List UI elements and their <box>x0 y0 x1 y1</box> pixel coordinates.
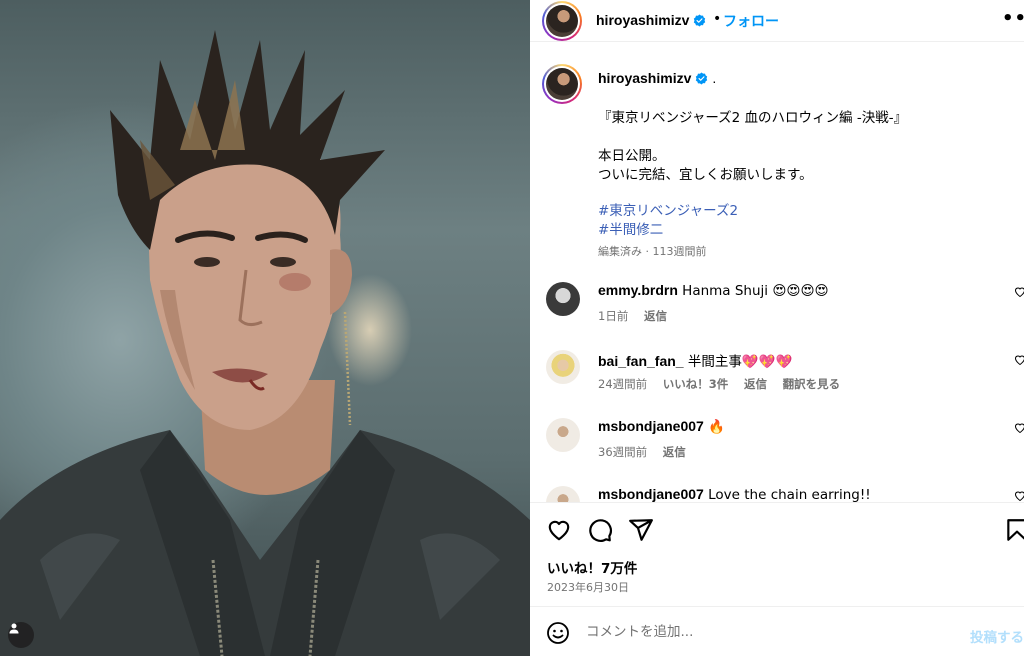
hashtag-link[interactable]: #半間修二 <box>598 218 663 238</box>
post-header: hiroyashimizv • フォロー ••• <box>530 0 1024 42</box>
post-comment-button[interactable]: 投稿する <box>970 626 1024 646</box>
commenter-avatar[interactable] <box>546 350 580 384</box>
comment-text: Hanma Shuji 😍😍😍😍 <box>682 283 829 299</box>
comment-item: msbondjane007 🔥 36週間前 返信 <box>530 418 1024 478</box>
hashtag-link[interactable]: #東京リベンジャーズ2 <box>598 199 738 219</box>
comment-icon[interactable] <box>587 517 613 543</box>
author-avatar[interactable] <box>542 1 582 41</box>
comment-meta: 24週間前 いいね！3件 返信 翻訳を見る <box>598 376 852 392</box>
comment-item: bai_fan_fan_ 半間主事💖💖💖 24週間前 いいね！3件 返信 翻訳を… <box>530 350 1024 410</box>
comment-text: 🔥 <box>708 419 725 435</box>
comment-time: 36週間前 <box>598 445 648 459</box>
commenter-username[interactable]: bai_fan_fan_ <box>598 353 684 369</box>
translate-button[interactable]: 翻訳を見る <box>783 377 841 391</box>
caption-meta: 編集済み · 113週間前 <box>598 245 707 258</box>
post-actions: いいね！7万件 2023年6月30日 <box>530 502 1024 606</box>
commenter-username[interactable]: msbondjane007 <box>598 486 704 502</box>
comments-list[interactable]: emmy.brdrn Hanma Shuji 😍😍😍😍 1日前 返信 bai_f… <box>530 270 1024 502</box>
post-photo[interactable] <box>0 0 530 656</box>
likes-count[interactable]: いいね！7万件 <box>547 557 637 577</box>
commenter-username[interactable]: msbondjane007 <box>598 418 704 434</box>
comment-likes[interactable]: いいね！3件 <box>663 377 729 391</box>
comment-item: msbondjane007 Love the chain earring!! <box>530 486 1024 502</box>
comment-item: emmy.brdrn Hanma Shuji 😍😍😍😍 1日前 返信 <box>530 282 1024 342</box>
bookmark-icon[interactable] <box>1004 517 1024 543</box>
comment-text: Love the chain earring!! <box>708 487 871 502</box>
comment-text: 半間主事💖💖💖 <box>687 354 793 370</box>
commenter-username[interactable]: emmy.brdrn <box>598 282 678 298</box>
share-icon[interactable] <box>628 517 654 543</box>
heart-icon[interactable] <box>1014 422 1024 434</box>
heart-icon[interactable] <box>546 517 572 543</box>
heart-icon[interactable] <box>1014 354 1024 366</box>
comment-meta: 1日前 返信 <box>598 308 679 324</box>
comment-meta: 36週間前 返信 <box>598 444 698 460</box>
commenter-avatar[interactable] <box>546 418 580 452</box>
caption-author-avatar[interactable] <box>542 64 582 104</box>
portrait-illustration <box>0 30 530 656</box>
header-separator: • <box>713 11 722 27</box>
emoji-icon[interactable] <box>546 621 570 645</box>
comment-composer: 投稿する <box>530 606 1024 656</box>
more-options-icon[interactable]: ••• <box>1002 8 1024 29</box>
tag-user-icon[interactable] <box>8 622 34 648</box>
caption-title: 『東京リベンジャーズ2 血のハロウィン編 -決戦-』 <box>598 110 908 126</box>
heart-icon[interactable] <box>1014 286 1024 298</box>
post-side-panel: hiroyashimizv • フォロー ••• hiroyashimizv. … <box>530 0 1024 656</box>
follow-button[interactable]: フォロー <box>723 11 779 31</box>
commenter-avatar[interactable] <box>546 486 580 502</box>
caption-line: ついに完結、宜しくお願いします。 <box>598 167 813 183</box>
heart-icon[interactable] <box>1014 490 1024 502</box>
reply-button[interactable]: 返信 <box>744 377 767 391</box>
comment-time: 24週間前 <box>598 377 648 391</box>
author-username[interactable]: hiroyashimizv <box>596 12 706 28</box>
caption-author-username[interactable]: hiroyashimizv. <box>598 70 716 86</box>
comment-time: 1日前 <box>598 309 629 323</box>
commenter-avatar[interactable] <box>546 282 580 316</box>
reply-button[interactable]: 返信 <box>663 445 686 459</box>
post-date: 2023年6月30日 <box>547 581 629 594</box>
verified-badge-icon <box>696 72 708 85</box>
comment-input[interactable] <box>586 619 966 645</box>
reply-button[interactable]: 返信 <box>644 309 667 323</box>
verified-badge-icon <box>694 14 706 27</box>
caption-line: 本日公開。 <box>598 148 666 164</box>
